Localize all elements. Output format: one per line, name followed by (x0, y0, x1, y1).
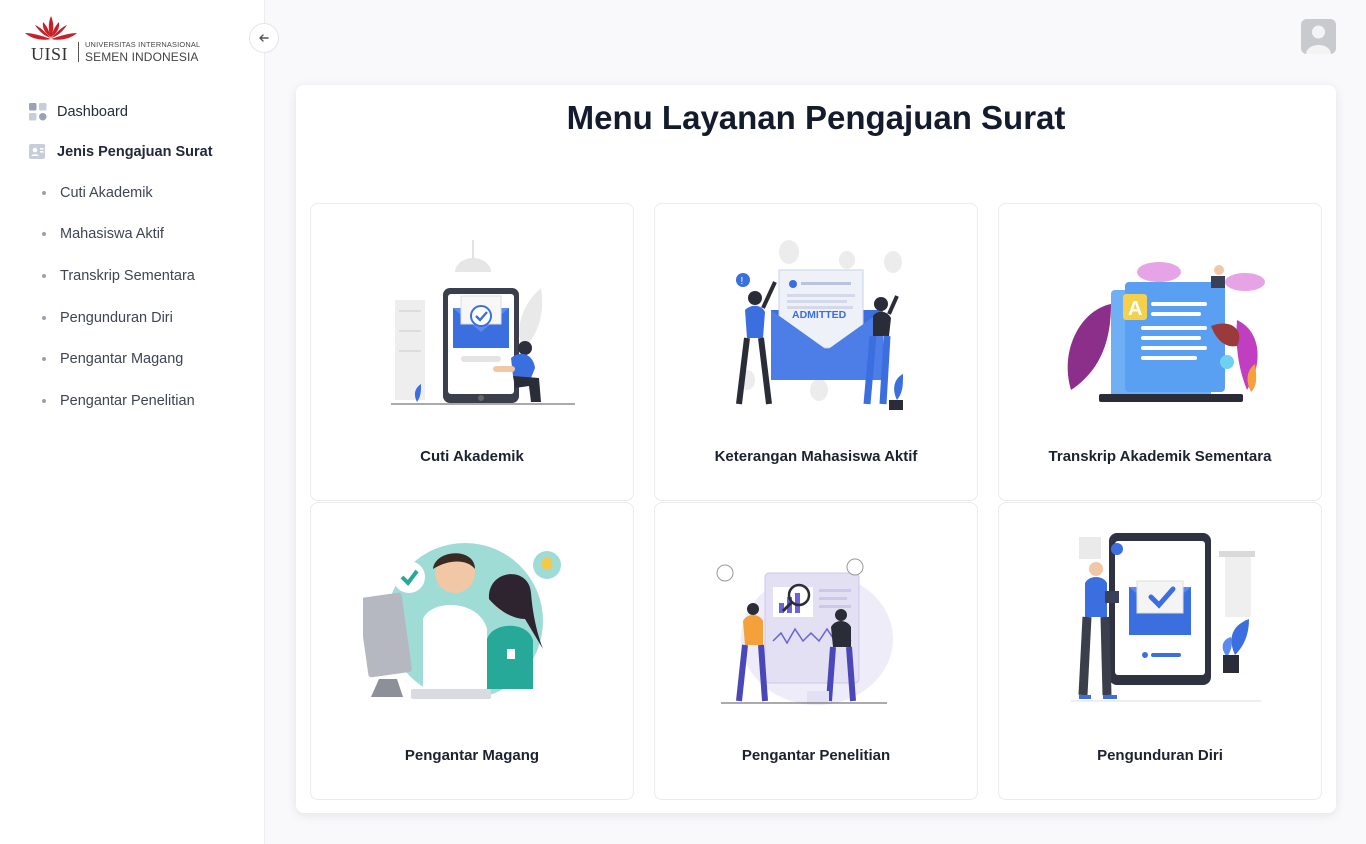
logo-text-line1: UNIVERSITAS INTERNASIONAL (85, 40, 201, 49)
sidebar-subitem-mahasiswa-aktif[interactable]: Mahasiswa Aktif (0, 214, 264, 256)
grade-a-document-illustration: A (1067, 262, 1265, 402)
bullet-dot (42, 190, 46, 195)
service-card-label: Pengantar Magang (404, 747, 540, 764)
service-card-label: Transkrip Akademik Sementara (1048, 448, 1272, 465)
sidebar-subitem-label: Cuti Akademik (60, 184, 153, 201)
user-avatar[interactable] (1301, 19, 1336, 54)
service-card-cuti-akademik[interactable]: Cuti Akademik (310, 203, 634, 501)
logo-divider (78, 42, 79, 62)
sidebar-subitem-label: Mahasiswa Aktif (60, 226, 164, 243)
lotus-logo-icon (25, 16, 77, 40)
sidebar-subitem-cuti-akademik[interactable]: Cuti Akademik (0, 172, 264, 214)
sidebar-subitem-label: Pengunduran Diri (60, 309, 173, 326)
user-avatar-icon (1301, 19, 1336, 54)
internship-computer-illustration (363, 543, 561, 699)
bullet-dot (42, 398, 46, 403)
svg-text:ADMITTED: ADMITTED (792, 309, 847, 321)
service-card-pengantar-magang[interactable]: Pengantar Magang (310, 502, 634, 800)
arrow-left-icon (259, 34, 269, 42)
bullet-dot (42, 273, 46, 278)
sidebar-subitem-transkrip-sementara[interactable]: Transkrip Sementara (0, 255, 264, 297)
sidebar-item-label: Dashboard (57, 104, 128, 120)
main-content-card: Menu Layanan Pengajuan Surat Cuti Akadem… (296, 85, 1336, 813)
service-card-keterangan-mahasiswa-aktif[interactable]: ! ADMITTED Keterangan Mahasiswa Aktif (654, 203, 978, 501)
sidebar-nav: Dashboard Jenis Pengajuan Surat Cuti Aka… (0, 92, 264, 422)
svg-text:!: ! (741, 276, 744, 287)
sidebar-item-dashboard[interactable]: Dashboard (0, 92, 264, 132)
sidebar-subitem-label: Pengantar Magang (60, 351, 184, 368)
svg-text:A: A (1128, 298, 1142, 320)
service-card-transkrip-akademik-sementara[interactable]: A Transkrip Akademik Sementara (998, 203, 1322, 501)
sidebar-item-jenis-pengajuan-surat[interactable]: Jenis Pengajuan Surat (0, 132, 264, 172)
confirmed-envelope-phone-illustration (1071, 533, 1261, 702)
logo-abbreviation: UISI (31, 44, 68, 64)
research-chart-illustration (716, 558, 893, 705)
service-card-label: Cuti Akademik (420, 448, 524, 465)
page-title: Menu Layanan Pengajuan Surat (566, 99, 1066, 136)
id-card-icon (29, 143, 47, 161)
sidebar-subitem-pengantar-magang[interactable]: Pengantar Magang (0, 338, 264, 380)
sidebar-subitem-label: Transkrip Sementara (60, 267, 195, 284)
uisi-logo[interactable]: UISI UNIVERSITAS INTERNASIONAL SEMEN IND… (21, 14, 201, 66)
confirmed-envelope-tablet-illustration (391, 240, 575, 405)
grid-icon (29, 103, 47, 121)
bullet-dot (42, 357, 46, 362)
logo-text-line2: SEMEN INDONESIA (85, 50, 199, 64)
bullet-dot (42, 232, 46, 237)
sidebar: UISI UNIVERSITAS INTERNASIONAL SEMEN IND… (0, 0, 265, 844)
sidebar-subitem-pengantar-penelitian[interactable]: Pengantar Penelitian (0, 380, 264, 422)
sidebar-item-label: Jenis Pengajuan Surat (57, 144, 213, 160)
sidebar-subitem-label: Pengantar Penelitian (60, 392, 195, 409)
service-card-pengunduran-diri[interactable]: Pengunduran Diri (998, 502, 1322, 800)
service-card-label: Keterangan Mahasiswa Aktif (714, 448, 918, 465)
admitted-letter-illustration: ! ADMITTED (736, 240, 903, 410)
service-card-label: Pengunduran Diri (1097, 747, 1223, 764)
sidebar-collapse-button[interactable] (249, 23, 279, 53)
bullet-dot (42, 315, 46, 320)
service-card-pengantar-penelitian[interactable]: Pengantar Penelitian (654, 502, 978, 800)
service-card-label: Pengantar Penelitian (741, 747, 891, 764)
sidebar-subitem-pengunduran-diri[interactable]: Pengunduran Diri (0, 297, 264, 339)
